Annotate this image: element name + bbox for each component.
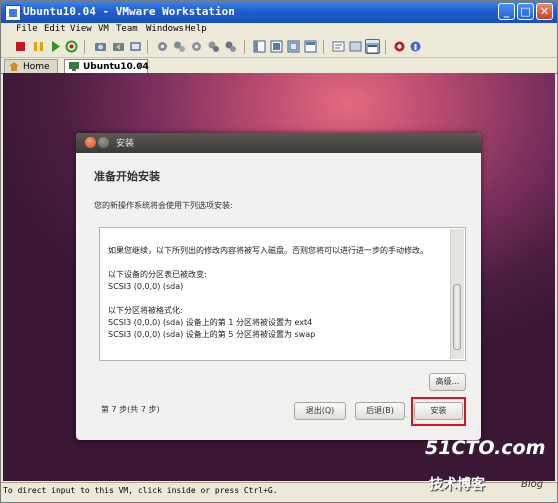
unity-button[interactable] [303, 39, 318, 54]
install-dialog: 安装 准备开始安装 您的新操作系统将会使用下列选项安装: 如果您继续，以下所列出… [76, 133, 481, 440]
appliance-view-button[interactable] [348, 39, 363, 54]
title-bar: Ubuntu10.04 - VMware Workstation _ □ ✕ [1, 1, 557, 23]
menu-windows[interactable]: Windows [146, 24, 184, 34]
menu-help[interactable]: Help [185, 24, 207, 34]
dialog-minimize-button[interactable] [98, 137, 109, 148]
info-icon [410, 41, 421, 52]
unity-icon [304, 40, 317, 53]
vm-icon [69, 62, 79, 71]
settings-button[interactable] [189, 39, 204, 54]
window-title: Ubuntu10.04 - VMware Workstation [23, 5, 235, 18]
menu-team[interactable]: Team [116, 24, 138, 34]
replay-icon [225, 41, 236, 52]
vmware-app-icon [5, 5, 21, 21]
gear-icon [158, 42, 167, 51]
play-icon [52, 41, 60, 52]
toolbar-separator [84, 40, 85, 54]
vm-info-button[interactable] [408, 39, 423, 54]
show-sidebar-button[interactable] [252, 39, 267, 54]
summary-icon [332, 41, 345, 52]
revert-icon [113, 43, 124, 51]
gears-icon [174, 41, 185, 52]
maximize-button[interactable]: □ [517, 3, 534, 20]
pause-icon [34, 42, 43, 51]
clone-button[interactable] [155, 39, 170, 54]
scrollbar-thumb[interactable] [453, 284, 461, 350]
sidebar-icon [253, 40, 266, 53]
menu-vm[interactable]: VM [98, 24, 109, 34]
toolbar [1, 37, 557, 58]
vmware-window: Ubuntu10.04 - VMware Workstation _ □ ✕ F… [0, 0, 558, 503]
quit-button[interactable]: 退出(Q) [294, 402, 346, 420]
refresh-icon [65, 40, 78, 53]
reset-button[interactable] [64, 39, 79, 54]
menu-bar: File Edit View VM Team Windows Help [1, 23, 557, 37]
help-button[interactable] [392, 39, 407, 54]
snapshot-manager-button[interactable] [128, 39, 143, 54]
vm-desktop[interactable]: 安装 准备开始安装 您的新操作系统将会使用下列选项安装: 如果您继续，以下所列出… [3, 73, 555, 481]
toolbar-separator [244, 40, 245, 54]
format-line: SCSI3 (0,0,0) (sda) 设备上的第 5 分区将被设置为 swap [108, 330, 316, 339]
stop-icon [16, 42, 25, 51]
summary-content: 如果您继续，以下所列出的修改内容将被写入磁盘。否则您将可以进行进一步的手动修改。… [108, 245, 443, 353]
toolbar-separator [323, 40, 324, 54]
fullscreen-icon [287, 40, 300, 53]
console-view-button[interactable] [365, 39, 380, 54]
dialog-title: 安装 [116, 139, 135, 149]
partition-line: SCSI3 (0,0,0) (sda) [108, 282, 184, 291]
summary-intro: 如果您继续，以下所列出的修改内容将被写入磁盘。否则您将可以进行进一步的手动修改。 [108, 246, 428, 255]
scrollbar[interactable] [450, 229, 464, 359]
watermark-label: 技术博客 [429, 477, 485, 493]
snapshot-button[interactable] [93, 39, 108, 54]
power-off-button[interactable] [13, 39, 28, 54]
console-icon [366, 43, 379, 54]
advanced-button[interactable]: 高级... [429, 373, 466, 391]
partition-header: 以下设备的分区表已被改变: [108, 270, 207, 279]
tab-home[interactable]: Home [4, 59, 58, 73]
tab-ubuntu[interactable]: Ubuntu10.04 ✕ [64, 59, 149, 74]
record-button[interactable] [206, 39, 221, 54]
tab-close-icon[interactable]: ✕ [136, 60, 144, 74]
close-button[interactable]: ✕ [536, 3, 553, 20]
tab-home-label: Home [23, 62, 50, 72]
monitor-icon [270, 40, 283, 53]
dialog-title-bar: 安装 [76, 133, 481, 153]
format-section: 以下分区将被格式化: SCSI3 (0,0,0) (sda) 设备上的第 1 分… [108, 305, 443, 341]
quick-switch-button[interactable] [269, 39, 284, 54]
toolbar-separator [385, 40, 386, 54]
dialog-subtitle: 您的新操作系统将会使用下列选项安装: [94, 201, 233, 210]
appliance-icon [349, 41, 362, 52]
tab-bar: Home Ubuntu10.04 ✕ [1, 58, 557, 74]
dialog-heading: 准备开始安装 [94, 170, 160, 183]
camera-icon [95, 43, 106, 51]
format-line: SCSI3 (0,0,0) (sda) 设备上的第 1 分区将被设置为 ext4 [108, 318, 313, 327]
install-button-highlight [411, 397, 466, 426]
revert-snapshot-button[interactable] [111, 39, 126, 54]
partition-section: 以下设备的分区表已被改变: SCSI3 (0,0,0) (sda) [108, 269, 443, 293]
menu-file[interactable]: File [16, 24, 38, 34]
watermark-blog: Blog [521, 479, 544, 490]
toolbar-separator [147, 40, 148, 54]
settings-icon [192, 42, 201, 51]
menu-view[interactable]: View [70, 24, 92, 34]
back-button[interactable]: 后退(B) [355, 402, 405, 420]
watermark-site: 51CTO.com [425, 437, 546, 459]
menu-edit[interactable]: Edit [44, 24, 66, 34]
full-screen-button[interactable] [286, 39, 301, 54]
status-text: To direct input to this VM, click inside… [3, 486, 278, 495]
record-icon [208, 41, 219, 52]
step-indicator: 第 7 步(共 7 步) [101, 405, 160, 414]
home-icon [9, 62, 19, 71]
format-header: 以下分区将被格式化: [108, 306, 183, 315]
dialog-close-button[interactable] [85, 137, 96, 148]
summary-text-area[interactable]: 如果您继续，以下所列出的修改内容将被写入磁盘。否则您将可以进行进一步的手动修改。… [99, 227, 466, 361]
summary-view-button[interactable] [331, 39, 346, 54]
minimize-button[interactable]: _ [498, 3, 515, 20]
suspend-button[interactable] [31, 39, 46, 54]
team-button[interactable] [172, 39, 187, 54]
help-icon [394, 41, 405, 52]
replay-button[interactable] [223, 39, 238, 54]
snapshot-manager-icon [130, 42, 141, 51]
power-on-button[interactable] [48, 39, 63, 54]
